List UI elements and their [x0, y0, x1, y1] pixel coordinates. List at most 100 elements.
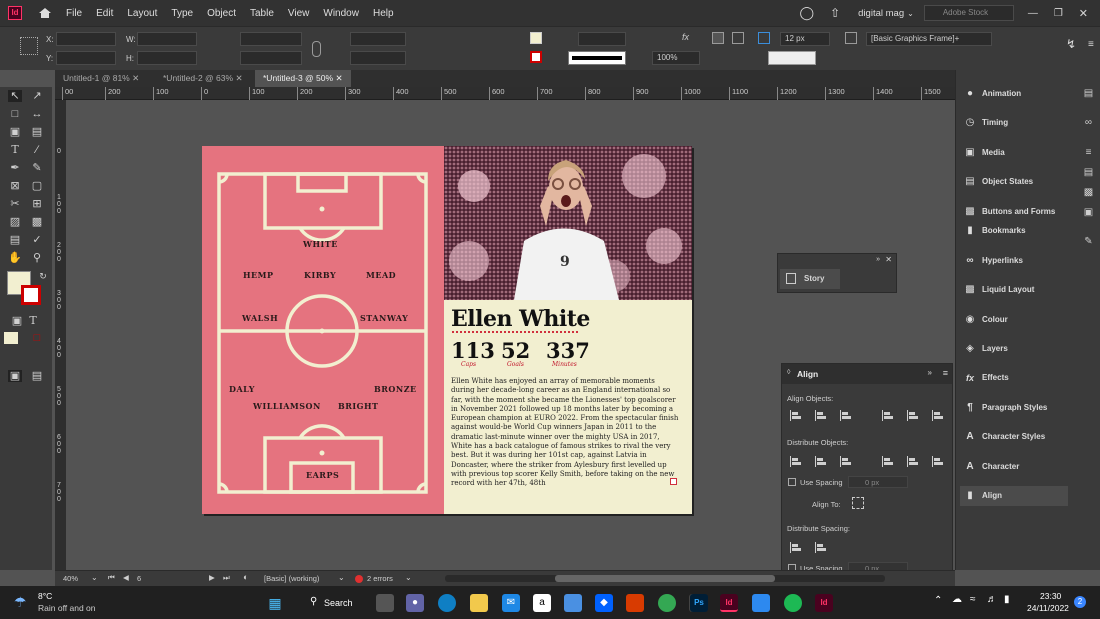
rotation-field[interactable] [350, 32, 406, 46]
edge-icon[interactable] [438, 594, 456, 612]
rectangle-frame-tool-icon[interactable]: ⊠ [8, 180, 22, 192]
distribute-bottom-icon[interactable] [840, 456, 851, 467]
onedrive-icon[interactable]: ☁ [952, 594, 962, 605]
align-center-icon[interactable] [732, 32, 744, 44]
player-name-heading[interactable]: Ellen White [451, 306, 590, 332]
tab-untitled-3[interactable]: *Untitled-3 @ 50% ✕ [255, 70, 351, 87]
pitch-graphic[interactable]: WHITE HEMP KIRBY MEAD WALSH STANWAY DALY… [202, 146, 444, 514]
indesign-taskbar-icon[interactable]: Id [720, 594, 738, 612]
align-panel-header[interactable]: ◊ Align » ≡ [782, 364, 952, 384]
horizontal-ruler[interactable]: 00 200 100 0 100 200 300 400 500 600 700… [55, 87, 955, 100]
free-transform-tool-icon[interactable]: ⊞ [30, 198, 44, 210]
align-top-edges-icon[interactable] [882, 410, 893, 421]
w-field[interactable] [137, 32, 197, 46]
menu-help[interactable]: Help [373, 8, 394, 19]
horizontal-scrollbar[interactable] [445, 575, 885, 582]
battery-icon[interactable]: ▮ [1004, 594, 1010, 605]
menu-file[interactable]: File [66, 8, 82, 19]
panel-effects[interactable]: fx Effects [960, 368, 1068, 388]
align-to-selection-icon[interactable] [852, 497, 864, 509]
line-tool-icon[interactable]: ∕ [30, 144, 44, 156]
store-icon[interactable] [564, 594, 582, 612]
scale-x-field[interactable] [240, 32, 302, 46]
shear-field[interactable] [350, 51, 406, 65]
preflight-icon[interactable]: ◐ [243, 572, 248, 582]
panel-buttons-forms[interactable]: ▩ Buttons and Forms [960, 202, 1068, 222]
panel-paragraph-styles[interactable]: ¶ Paragraph Styles [960, 398, 1068, 418]
menu-view[interactable]: View [288, 8, 310, 19]
panel-hyperlinks[interactable]: ∞ Hyperlinks [960, 251, 1068, 271]
teams-icon[interactable]: ● [406, 594, 424, 612]
image-viewer-icon[interactable] [752, 594, 770, 612]
chevron-icon[interactable]: ◊ [787, 369, 790, 376]
align-left-icon[interactable] [712, 32, 724, 44]
menu-table[interactable]: Table [250, 8, 274, 19]
content-collector-icon[interactable]: ▣ [8, 126, 22, 138]
type-tool-icon[interactable]: T [8, 144, 22, 156]
distribute-hcenter-icon[interactable] [907, 456, 918, 467]
mail-icon[interactable]: ✉ [502, 594, 520, 612]
menu-edit[interactable]: Edit [96, 8, 113, 19]
stroke-swatch[interactable] [530, 51, 542, 63]
stroke-weight-field[interactable] [578, 32, 626, 46]
panel-colour[interactable]: ◉ Colour [960, 310, 1068, 330]
wifi-icon[interactable]: ≈ [970, 594, 976, 605]
h-field[interactable] [137, 51, 197, 65]
gap-tool-icon[interactable]: ↔ [30, 108, 44, 120]
swatches-icon[interactable]: ▤ [1082, 167, 1095, 179]
eyedropper-tool-icon[interactable]: ✓ [30, 234, 44, 246]
content-placer-icon[interactable]: ▤ [30, 126, 44, 138]
align-right-edges-icon[interactable] [840, 410, 851, 421]
chevron-up-icon[interactable]: ⌃ [934, 595, 942, 606]
distribute-vspace-icon[interactable] [790, 542, 801, 553]
distribute-vcenter-icon[interactable] [815, 456, 826, 467]
normal-view-icon[interactable]: ▣ [8, 370, 22, 382]
workspace-switcher[interactable]: digital mag [858, 8, 904, 19]
panel-animation[interactable]: ● Animation [960, 84, 1068, 104]
article-text-frame[interactable]: Ellen White 113 Caps 52 Goals 337 Minute… [444, 300, 692, 514]
align-horizontal-centers-icon[interactable] [815, 410, 826, 421]
last-page-icon[interactable]: ⏭ [223, 573, 230, 583]
formatting-container-icon[interactable]: ▣ [10, 315, 24, 327]
distribute-top-icon[interactable] [790, 456, 801, 467]
preflight-profile[interactable]: [Basic] (working) [264, 574, 319, 583]
panel-liquid-layout[interactable]: ▩ Liquid Layout [960, 280, 1068, 300]
chevron-down-icon[interactable]: ⌄ [338, 573, 345, 582]
menu-window[interactable]: Window [323, 8, 359, 19]
apply-none-icon[interactable]: □ [30, 332, 44, 344]
chrome-icon[interactable] [658, 594, 676, 612]
rectangle-tool-icon[interactable]: ▢ [30, 180, 44, 192]
indesign-app-icon[interactable]: Id [8, 6, 22, 20]
properties-icon[interactable]: ✎ [1082, 236, 1095, 248]
pen-tool-icon[interactable]: ✒ [8, 162, 22, 174]
amazon-icon[interactable]: a [533, 594, 551, 612]
close-button[interactable]: ✕ [1079, 7, 1088, 20]
fx-icon[interactable]: fx [682, 32, 694, 44]
object-style-field[interactable]: [Basic Graphics Frame]+ [866, 32, 992, 46]
preflight-errors[interactable]: 2 errors [367, 574, 393, 583]
panel-menu-icon[interactable]: ≡ [943, 368, 948, 378]
next-page-icon[interactable]: ▶ [209, 573, 215, 582]
dropbox-icon[interactable]: ◆ [595, 594, 613, 612]
prev-page-icon[interactable]: ◀ [123, 573, 129, 582]
cc-libraries-icon[interactable]: ▩ [1082, 187, 1095, 199]
close-icon[interactable]: ✕ [885, 255, 892, 264]
chevron-down-icon[interactable]: ⌄ [91, 573, 98, 582]
panel-align[interactable]: ▮ Align [960, 486, 1068, 506]
lightning-icon[interactable]: ↯ [1066, 37, 1076, 51]
x-field[interactable] [56, 32, 116, 46]
y-field[interactable] [56, 51, 116, 65]
bio-paragraph[interactable]: Ellen White has enjoyed an array of memo… [451, 377, 679, 489]
player-photo[interactable]: 9 [444, 146, 692, 300]
constrain-proportions-icon[interactable] [312, 41, 321, 57]
links-icon[interactable]: ∞ [1082, 117, 1095, 129]
spacing-field[interactable]: 0 px [848, 476, 908, 488]
clock-date[interactable]: 24/11/2022 [1027, 603, 1069, 613]
pencil-tool-icon[interactable]: ✎ [30, 162, 44, 174]
use-spacing-checkbox[interactable] [788, 478, 796, 486]
overset-text-icon[interactable] [670, 478, 677, 485]
notification-badge[interactable]: 2 [1074, 596, 1086, 608]
panel-bookmarks[interactable]: ▮ Bookmarks [960, 221, 1068, 241]
direct-selection-tool-icon[interactable]: ↗ [30, 90, 44, 102]
close-icon[interactable]: ✕ [235, 73, 242, 83]
